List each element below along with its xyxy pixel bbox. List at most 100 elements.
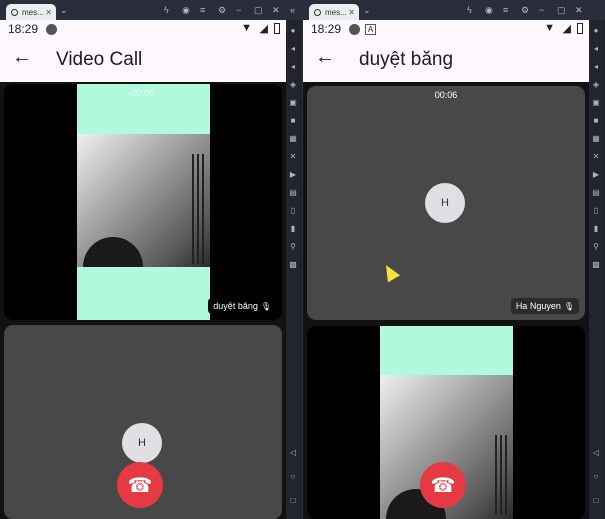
participant-name: duyệt băng — [213, 301, 258, 311]
sidebar-media-icon[interactable]: ▤ — [288, 188, 298, 198]
nav-home-icon[interactable]: ○ — [288, 472, 298, 482]
back-arrow-icon[interactable]: ← — [315, 46, 335, 69]
emulator-sidebar: ● ◂ ◂ ◈ ▣ ■ ▦ ✕ ▶ ▤ ▯ ▮ ⚲ ▩ ◁ ○ □ — [286, 20, 300, 519]
nav-back-icon[interactable]: ◁ — [591, 448, 601, 458]
settings-icon[interactable]: ⚙ — [218, 4, 226, 16]
sidebar-media-icon[interactable]: ▤ — [591, 188, 601, 198]
sidebar-camera-icon[interactable]: ■ — [288, 116, 298, 126]
status-time: 18:29 — [311, 22, 342, 36]
status-bar: 18:29 ▼ ◢ — [0, 20, 286, 38]
account-icon[interactable]: ◉ — [182, 4, 190, 16]
mouse-cursor-icon — [379, 261, 401, 283]
hang-up-button[interactable]: ☎ — [117, 462, 163, 508]
sidebar-files-icon[interactable]: ▮ — [591, 224, 601, 234]
sidebar-keyboard-icon[interactable]: ▦ — [591, 134, 601, 144]
app-notification-icon: A — [365, 24, 376, 35]
phone-hangup-icon: ☎ — [430, 474, 456, 497]
remote-camera-feed — [77, 84, 210, 320]
bolt-icon[interactable]: ϟ — [467, 4, 472, 16]
tab-title: mes... — [22, 7, 44, 17]
sidebar-screenshot-icon[interactable]: ▣ — [288, 98, 298, 108]
sidebar-files-icon[interactable]: ▮ — [288, 224, 298, 234]
settings-icon[interactable]: ⚙ — [521, 4, 529, 16]
sidebar-shake-icon[interactable]: ✕ — [591, 152, 601, 162]
hang-up-button[interactable]: ☎ — [420, 462, 466, 508]
emulator-window-right: mes... ✕ ⌄ ϟ ◉ ≡ ⚙ − ▢ ✕ 18:29 A ▼ ◢ ← d… — [303, 0, 605, 519]
wifi-icon: ▼ — [241, 22, 252, 34]
close-window-icon[interactable]: ✕ — [272, 4, 280, 16]
tab-dropdown-icon[interactable]: ⌄ — [363, 4, 371, 16]
sidebar-rotate-icon[interactable]: ◈ — [591, 80, 601, 90]
sidebar-power-icon[interactable]: ● — [591, 26, 601, 36]
sidebar-camera-icon[interactable]: ■ — [591, 116, 601, 126]
nav-back-icon[interactable]: ◁ — [288, 448, 298, 458]
app-bar: ← Video Call — [0, 38, 286, 82]
emulator-sidebar: ● ◂ ◂ ◈ ▣ ■ ▦ ✕ ▶ ▤ ▯ ▮ ⚲ ▩ ◁ ○ □ — [589, 20, 603, 519]
sidebar-location-icon[interactable]: ⚲ — [288, 242, 298, 252]
account-icon[interactable]: ◉ — [485, 4, 493, 16]
mic-icon: 🎙 — [260, 301, 271, 311]
minimize-icon[interactable]: − — [539, 4, 544, 16]
window-titlebar: mes... ✕ ⌄ ϟ ◉ ≡ ⚙ − ▢ ✕ « — [0, 0, 302, 20]
close-window-icon[interactable]: ✕ — [575, 4, 583, 16]
status-bar: 18:29 A ▼ ◢ — [303, 20, 589, 38]
sidebar-screenshot-icon[interactable]: ▣ — [591, 98, 601, 108]
call-timer: 00:00 — [131, 88, 155, 98]
page-title: duyệt băng — [359, 49, 454, 70]
minimize-icon[interactable]: − — [236, 4, 241, 16]
maximize-icon[interactable]: ▢ — [557, 4, 566, 16]
menu-icon[interactable]: ≡ — [200, 4, 205, 16]
sidebar-phone-icon[interactable]: ▯ — [591, 206, 601, 216]
collapse-icon[interactable]: « — [290, 4, 295, 16]
sidebar-more-icon[interactable]: ▩ — [288, 260, 298, 270]
sidebar-shake-icon[interactable]: ✕ — [288, 152, 298, 162]
sidebar-volume-down-icon[interactable]: ◂ — [288, 62, 298, 72]
sidebar-location-icon[interactable]: ⚲ — [591, 242, 601, 252]
app-bar: ← duyệt băng — [303, 38, 589, 82]
window-titlebar: mes... ✕ ⌄ ϟ ◉ ≡ ⚙ − ▢ ✕ — [303, 0, 605, 20]
sidebar-phone-icon[interactable]: ▯ — [288, 206, 298, 216]
wifi-icon: ▼ — [544, 22, 555, 34]
sidebar-record-icon[interactable]: ▶ — [591, 170, 601, 180]
sidebar-volume-down-icon[interactable]: ◂ — [591, 62, 601, 72]
mic-icon: 🎙 — [563, 301, 574, 311]
avatar: H — [425, 183, 465, 223]
sidebar-keyboard-icon[interactable]: ▦ — [288, 134, 298, 144]
signal-icon: ◢ — [562, 23, 571, 35]
sidebar-power-icon[interactable]: ● — [288, 26, 298, 36]
nav-recents-icon[interactable]: □ — [288, 496, 298, 506]
notification-dot-icon — [349, 24, 360, 35]
tab-close-icon[interactable]: ✕ — [348, 8, 355, 17]
tab-title: mes... — [325, 7, 347, 17]
participant-name-chip: Ha Nguyen 🎙 — [510, 298, 579, 314]
sidebar-volume-up-icon[interactable]: ◂ — [591, 44, 601, 54]
tab-dropdown-icon[interactable]: ⌄ — [60, 4, 68, 16]
page-title: Video Call — [56, 49, 143, 70]
phone-screen: 18:29 A ▼ ◢ ← duyệt băng 00:06 H Ha Nguy… — [303, 20, 589, 519]
phone-hangup-icon: ☎ — [127, 474, 153, 497]
battery-icon — [577, 23, 583, 34]
battery-icon — [274, 23, 280, 34]
phone-screen: 18:29 ▼ ◢ ← Video Call 00:00 duyệt băng … — [0, 20, 286, 519]
remote-video-tile: 00:00 duyệt băng 🎙 — [4, 84, 282, 320]
window-tab[interactable]: mes... ✕ — [309, 4, 359, 20]
sidebar-rotate-icon[interactable]: ◈ — [288, 80, 298, 90]
back-arrow-icon[interactable]: ← — [12, 46, 32, 69]
nav-home-icon[interactable]: ○ — [591, 472, 601, 482]
tab-icon — [314, 8, 321, 16]
camera-railing — [495, 435, 509, 515]
signal-icon: ◢ — [259, 23, 268, 35]
sidebar-record-icon[interactable]: ▶ — [288, 170, 298, 180]
notification-dot-icon — [46, 24, 57, 35]
tab-close-icon[interactable]: ✕ — [45, 8, 52, 17]
sidebar-volume-up-icon[interactable]: ◂ — [288, 44, 298, 54]
bolt-icon[interactable]: ϟ — [164, 4, 169, 16]
tab-icon — [11, 8, 18, 16]
nav-recents-icon[interactable]: □ — [591, 496, 601, 506]
camera-image — [77, 134, 210, 267]
window-tab[interactable]: mes... ✕ — [6, 4, 56, 20]
remote-video-tile: 00:06 H Ha Nguyen 🎙 — [307, 86, 585, 320]
sidebar-more-icon[interactable]: ▩ — [591, 260, 601, 270]
maximize-icon[interactable]: ▢ — [254, 4, 263, 16]
menu-icon[interactable]: ≡ — [503, 4, 508, 16]
